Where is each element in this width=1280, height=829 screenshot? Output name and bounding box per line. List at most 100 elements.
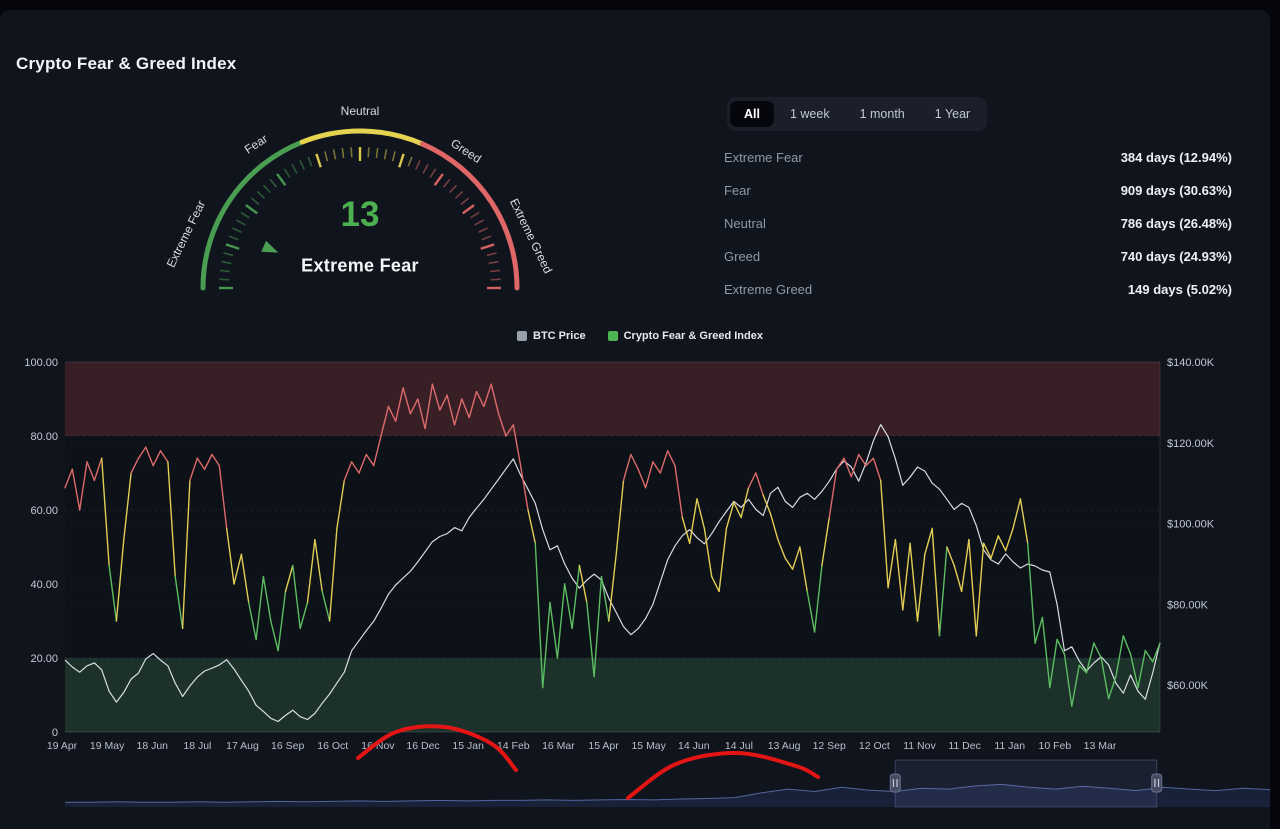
gauge-value: 13 <box>341 195 380 235</box>
gauge-tick <box>475 220 484 225</box>
legend-label: Crypto Fear & Greed Index <box>624 330 763 342</box>
gauge-pointer <box>261 241 280 258</box>
main-chart[interactable]: 100.0080.0060.0040.0020.000$140.00K$120.… <box>0 350 1280 820</box>
gauge-tick <box>399 154 403 167</box>
stat-value: 149 days (5.02%) <box>1128 282 1232 297</box>
gauge-zone-arc <box>302 131 422 144</box>
gauge-tick <box>223 253 233 255</box>
stat-row: Extreme Fear384 days (12.94%) <box>724 141 1232 174</box>
stat-label: Fear <box>724 183 751 198</box>
gauge-tick <box>393 151 395 161</box>
left-axis-tick-label: 40.00 <box>30 579 58 591</box>
x-axis-tick-label: 14 Feb <box>497 740 530 752</box>
x-axis-tick-label: 12 Sep <box>813 740 846 752</box>
stat-label: Greed <box>724 249 760 264</box>
gauge-tick <box>408 157 412 166</box>
gauge-tick <box>277 174 285 185</box>
tab-all[interactable]: All <box>730 101 774 127</box>
left-axis-tick-label: 20.00 <box>30 653 58 665</box>
x-axis-tick-label: 17 Aug <box>226 740 259 752</box>
x-axis-tick-label: 19 May <box>90 740 125 752</box>
x-axis-tick-label: 14 Jul <box>725 740 753 752</box>
x-axis-tick-label: 19 Apr <box>47 740 78 752</box>
page-title: Crypto Fear & Greed Index <box>16 54 236 74</box>
gauge-tick <box>416 160 420 169</box>
stat-value: 384 days (12.94%) <box>1121 150 1232 165</box>
gauge-tick <box>342 148 343 158</box>
stat-row: Neutral786 days (26.48%) <box>724 207 1232 240</box>
navigator-handle[interactable] <box>1152 774 1162 792</box>
gauge-tick <box>455 191 462 198</box>
right-axis-tick-label: $80.00K <box>1167 599 1209 611</box>
legend-swatch-icon <box>608 331 618 341</box>
gauge-tick <box>257 191 264 198</box>
x-axis-tick-label: 13 Mar <box>1084 740 1117 752</box>
gauge-tick <box>491 279 501 280</box>
x-axis-tick-label: 16 Mar <box>542 740 575 752</box>
gauge-tick <box>423 164 428 173</box>
left-axis-tick-label: 80.00 <box>30 431 58 443</box>
fear-greed-card: Crypto Fear & Greed Index Extreme FearFe… <box>0 10 1270 829</box>
gauge-tick <box>481 244 494 248</box>
gauge-tick <box>236 220 245 225</box>
gauge-tick <box>220 270 230 271</box>
stat-row: Greed 740 days (24.93%) <box>724 240 1232 273</box>
left-axis-tick-label: 100.00 <box>24 357 58 369</box>
left-axis-tick-label: 0 <box>52 727 58 739</box>
gauge-tick <box>435 174 443 185</box>
stat-row: Fear 909 days (30.63%) <box>724 174 1232 207</box>
x-axis-tick-label: 12 Oct <box>859 740 890 752</box>
gauge-tick <box>487 253 497 255</box>
navigator-selection[interactable] <box>895 760 1156 807</box>
tab-1-week[interactable]: 1 week <box>776 101 844 127</box>
right-axis-tick-label: $60.00K <box>1167 680 1209 692</box>
stats-list: Extreme Fear384 days (12.94%) Fear 909 day… <box>724 141 1232 306</box>
navigator-handle[interactable] <box>890 774 900 792</box>
gauge-tick <box>479 228 488 232</box>
gauge-zone-arc <box>422 144 517 288</box>
gauge-classification: Extreme Fear <box>301 256 419 277</box>
x-axis-tick-label: 16 Nov <box>361 740 395 752</box>
gauge-tick <box>270 179 276 187</box>
gauge-tick <box>444 179 450 187</box>
stat-label: Neutral <box>724 216 766 231</box>
threshold-band <box>65 362 1160 436</box>
gauge-tick <box>246 205 257 213</box>
x-axis-tick-label: 15 May <box>631 740 666 752</box>
stat-value: 909 days (30.63%) <box>1121 183 1232 198</box>
stat-row: Extreme Greed 149 days (5.02%) <box>724 273 1232 306</box>
gauge-tick <box>292 164 297 173</box>
gauge-tick <box>263 185 270 192</box>
x-axis-tick-label: 14 Jun <box>678 740 710 752</box>
gauge-tick <box>232 228 241 232</box>
gauge-tick <box>325 151 327 161</box>
gauge-tick <box>450 185 457 192</box>
left-axis-tick-label: 60.00 <box>30 505 58 517</box>
period-tabs: All1 week1 month1 Year <box>727 97 987 131</box>
x-axis-tick-label: 16 Oct <box>317 740 348 752</box>
tab-1-year[interactable]: 1 Year <box>921 101 984 127</box>
fear-greed-gauge: Extreme FearFearNeutralGreedExtreme Gree… <box>150 98 570 308</box>
x-axis-tick-label: 15 Apr <box>588 740 619 752</box>
stat-value: 740 days (24.93%) <box>1121 249 1232 264</box>
gauge-tick <box>221 262 231 264</box>
x-axis-tick-label: 16 Dec <box>406 740 439 752</box>
stat-label: Extreme Greed <box>724 282 812 297</box>
gauge-tick <box>463 205 474 213</box>
gauge-tick <box>219 279 229 280</box>
chart-legend: BTC Price Crypto Fear & Greed Index <box>0 330 1280 342</box>
chart-region: 100.0080.0060.0040.0020.000$140.00K$120.… <box>0 350 1280 820</box>
gauge-tick <box>490 270 500 271</box>
right-axis-tick-label: $100.00K <box>1167 519 1215 531</box>
gauge-tick <box>482 236 491 240</box>
tab-1-month[interactable]: 1 month <box>846 101 919 127</box>
x-axis-tick-label: 18 Jun <box>136 740 168 752</box>
legend-item[interactable]: BTC Price <box>517 330 586 342</box>
legend-swatch-icon <box>517 331 527 341</box>
gauge-tick <box>229 236 238 240</box>
legend-item[interactable]: Crypto Fear & Greed Index <box>608 330 763 342</box>
x-axis-tick-label: 11 Jan <box>994 740 1025 752</box>
legend-label: BTC Price <box>533 330 586 342</box>
gauge-tick <box>300 160 304 169</box>
gauge-tick <box>308 157 312 166</box>
